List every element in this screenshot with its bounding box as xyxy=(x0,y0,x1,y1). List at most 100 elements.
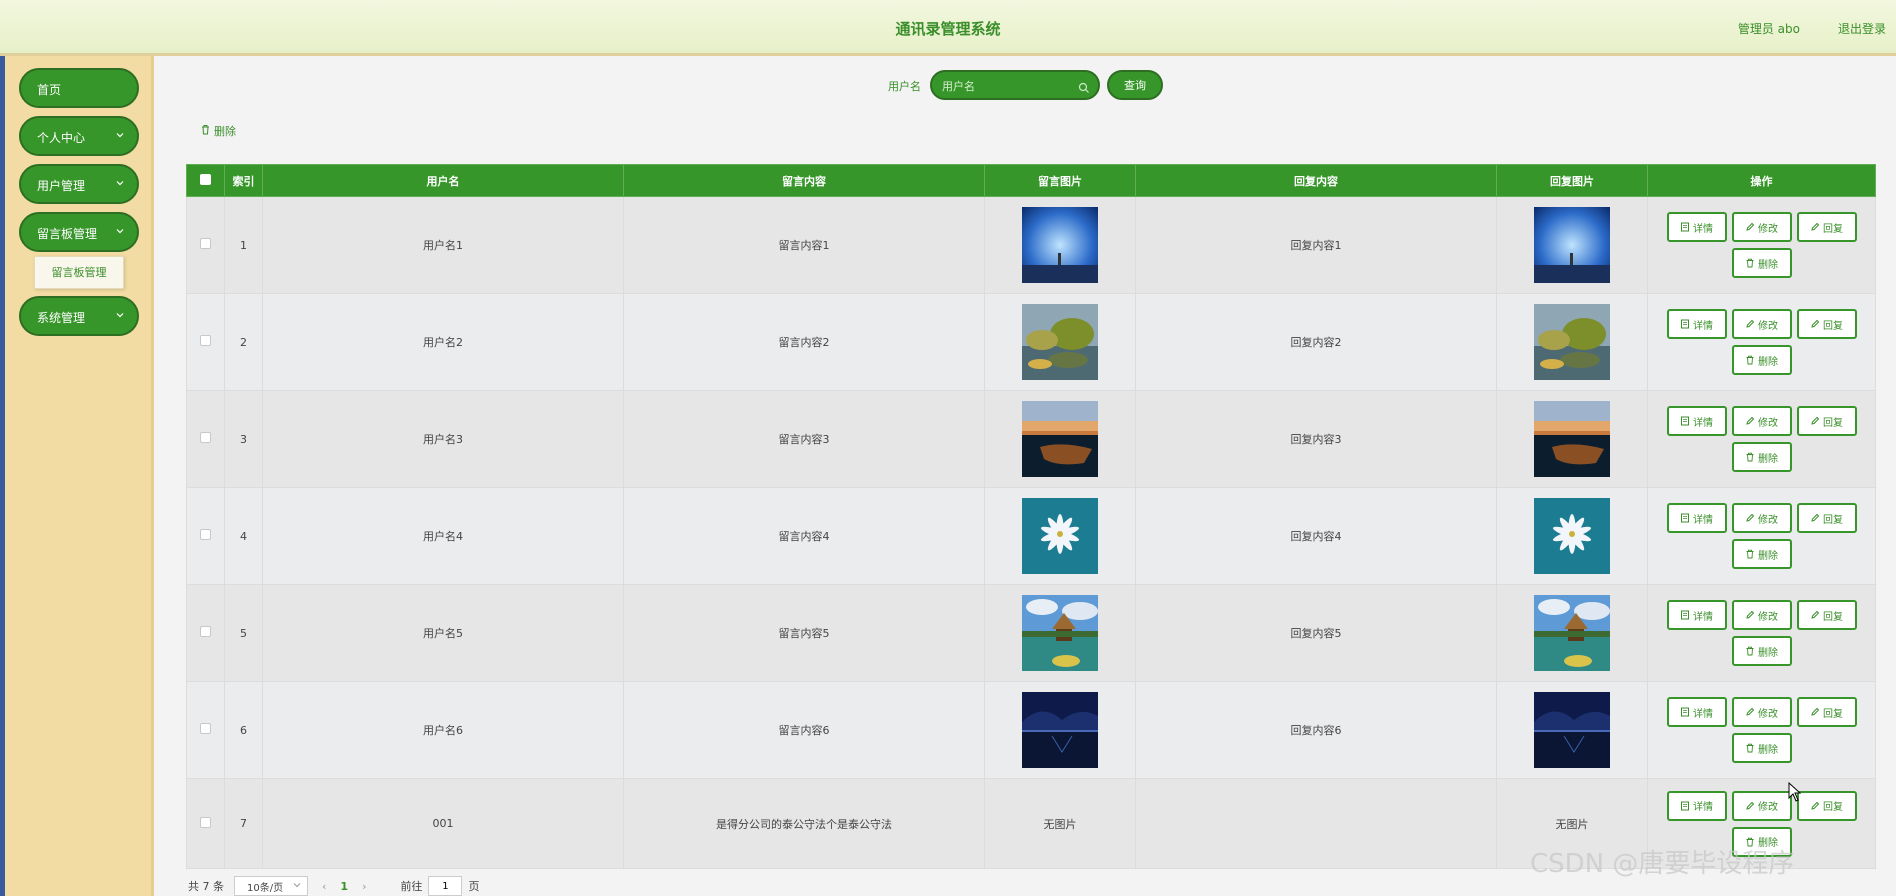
cell-image xyxy=(984,196,1136,294)
search-input[interactable] xyxy=(942,77,1072,95)
detail-button[interactable]: 详情 xyxy=(1666,790,1727,821)
reply-button[interactable]: 回复 xyxy=(1796,790,1857,821)
detail-button[interactable]: 详情 xyxy=(1666,503,1727,533)
detail-button[interactable]: 详情 xyxy=(1666,406,1727,436)
col-header-image: 留言图片 xyxy=(984,164,1136,197)
detail-icon xyxy=(1680,222,1690,232)
submenu-message-board[interactable]: 留言板管理 xyxy=(34,256,124,289)
cell-actions: 详情 修改 回复删除 xyxy=(1647,196,1876,294)
cell-content: 留言内容5 xyxy=(623,584,985,682)
reply-button[interactable]: 回复 xyxy=(1796,309,1857,339)
row-checkbox[interactable] xyxy=(200,626,211,637)
table-header-row: 索引 用户名 留言内容 留言图片 回复内容 回复图片 操作 xyxy=(186,164,1876,197)
edit-button[interactable]: 修改 xyxy=(1731,212,1792,242)
edit-button[interactable]: 修改 xyxy=(1731,503,1792,533)
delete-button[interactable]: 删除 xyxy=(1731,345,1792,375)
detail-button[interactable]: 详情 xyxy=(1666,309,1727,339)
delete-button[interactable]: 删除 xyxy=(1731,442,1792,472)
sidebar-item-system-management[interactable]: 系统管理 xyxy=(19,296,139,336)
thumbnail-image[interactable] xyxy=(1497,304,1647,380)
reply-icon xyxy=(1810,319,1820,329)
select-all-cell[interactable] xyxy=(186,164,225,197)
sidebar-item-user-management[interactable]: 用户管理 xyxy=(19,164,139,204)
thumbnail-image[interactable] xyxy=(985,401,1135,477)
chevron-down-icon xyxy=(115,226,125,236)
reply-button[interactable]: 回复 xyxy=(1796,406,1857,436)
cell-actions: 详情 修改 回复删除 xyxy=(1647,584,1876,682)
edit-icon xyxy=(1745,222,1755,232)
thumbnail-image[interactable] xyxy=(1497,498,1647,574)
row-checkbox[interactable] xyxy=(200,723,211,734)
sidebar-item-label: 个人中心 xyxy=(37,131,86,145)
reply-button[interactable]: 回复 xyxy=(1796,212,1857,242)
delete-button[interactable]: 删除 xyxy=(1731,248,1792,278)
reply-label: 回复 xyxy=(1823,223,1843,235)
detail-icon xyxy=(1680,801,1690,811)
edit-button[interactable]: 修改 xyxy=(1731,309,1792,339)
thumbnail-image[interactable] xyxy=(985,304,1135,380)
thumbnail-image[interactable] xyxy=(1497,595,1647,671)
cell-username: 001 xyxy=(262,778,624,869)
row-checkbox[interactable] xyxy=(200,816,211,828)
reply-button[interactable]: 回复 xyxy=(1796,600,1857,630)
reply-label: 回复 xyxy=(1823,514,1843,526)
select-all-checkbox[interactable] xyxy=(200,173,211,185)
query-button[interactable]: 查询 xyxy=(1107,70,1163,100)
reply-button[interactable]: 回复 xyxy=(1796,697,1857,727)
goto-page-input[interactable] xyxy=(428,876,463,896)
detail-button[interactable]: 详情 xyxy=(1666,600,1727,630)
edit-button[interactable]: 修改 xyxy=(1731,790,1792,821)
thumbnail-image[interactable] xyxy=(1497,692,1647,768)
page-size-select[interactable]: 10条/页 xyxy=(234,876,308,896)
thumbnail-image[interactable] xyxy=(985,498,1135,574)
delete-label: 删除 xyxy=(1758,453,1778,465)
thumbnail-image[interactable] xyxy=(985,692,1135,768)
sidebar-item-label: 留言板管理 xyxy=(37,227,98,241)
thumbnail-image[interactable] xyxy=(985,207,1135,283)
edit-button[interactable]: 修改 xyxy=(1731,600,1792,630)
delete-button[interactable]: 删除 xyxy=(1731,733,1792,763)
row-checkbox[interactable] xyxy=(200,529,211,540)
page-number-1[interactable]: 1 xyxy=(340,880,348,893)
thumbnail-image[interactable] xyxy=(1497,207,1647,283)
delete-button[interactable]: 删除 xyxy=(1731,636,1792,666)
sidebar-item-message-board[interactable]: 留言板管理 xyxy=(19,212,139,252)
sidebar-item-home[interactable]: 首页 xyxy=(19,68,139,108)
row-select-cell[interactable] xyxy=(186,584,225,682)
reply-button[interactable]: 回复 xyxy=(1796,503,1857,533)
row-select-cell[interactable] xyxy=(186,196,225,294)
edit-icon xyxy=(1745,416,1755,426)
next-page-button[interactable]: › xyxy=(362,880,366,893)
detail-button[interactable]: 详情 xyxy=(1666,697,1727,727)
search-box[interactable] xyxy=(930,70,1100,100)
trash-icon xyxy=(1745,258,1755,268)
detail-icon xyxy=(1680,319,1690,329)
row-select-cell[interactable] xyxy=(186,778,225,869)
reply-label: 回复 xyxy=(1823,802,1843,813)
thumbnail-image[interactable] xyxy=(1497,401,1647,477)
row-select-cell[interactable] xyxy=(186,681,225,779)
no-image-text: 无图片 xyxy=(1555,817,1589,831)
row-checkbox[interactable] xyxy=(200,335,211,346)
detail-button[interactable]: 详情 xyxy=(1666,212,1727,242)
row-checkbox[interactable] xyxy=(200,238,211,249)
row-actions: 详情 修改 回复删除 xyxy=(1662,503,1862,569)
sidebar-item-personal-center[interactable]: 个人中心 xyxy=(19,116,139,156)
edit-button[interactable]: 修改 xyxy=(1731,697,1792,727)
row-select-cell[interactable] xyxy=(186,293,225,391)
row-select-cell[interactable] xyxy=(186,390,225,488)
row-checkbox[interactable] xyxy=(200,432,211,443)
delete-button[interactable]: 删除 xyxy=(1731,539,1792,569)
edit-label: 修改 xyxy=(1758,611,1778,623)
bulk-delete-button[interactable]: 删除 xyxy=(200,123,236,139)
trash-icon xyxy=(1745,646,1755,656)
total-count: 共 7 条 xyxy=(188,880,224,893)
thumbnail-image[interactable] xyxy=(985,595,1135,671)
reply-label: 回复 xyxy=(1823,611,1843,623)
prev-page-button[interactable]: ‹ xyxy=(322,880,326,893)
cell-content: 留言内容1 xyxy=(623,196,985,294)
row-select-cell[interactable] xyxy=(186,487,225,585)
edit-button[interactable]: 修改 xyxy=(1731,406,1792,436)
cell-index: 7 xyxy=(224,778,263,869)
logout-link[interactable]: 退出登录 xyxy=(1838,20,1886,37)
